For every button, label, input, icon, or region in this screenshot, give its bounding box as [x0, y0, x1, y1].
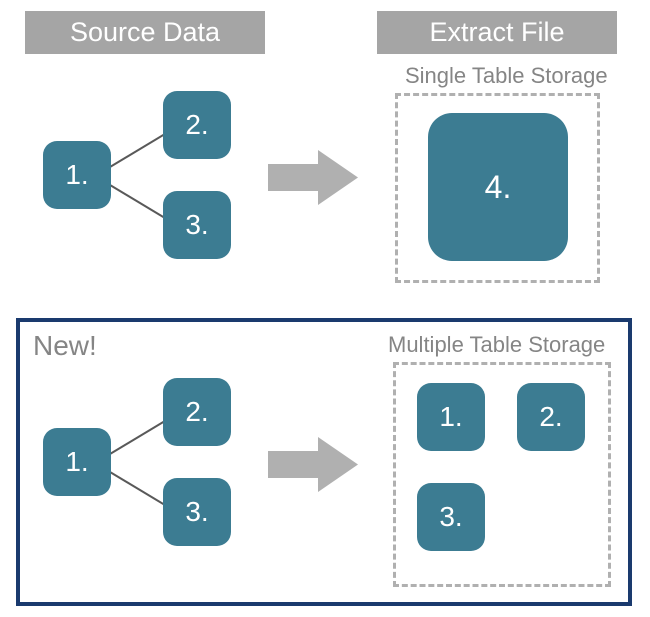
header-source: Source Data: [25, 11, 265, 54]
arrow-right-icon: [268, 150, 358, 205]
source-node-2: 2.: [163, 378, 231, 446]
header-extract: Extract File: [377, 11, 617, 54]
source-node-2: 2.: [163, 91, 231, 159]
label-multiple-storage: Multiple Table Storage: [388, 332, 605, 358]
arrow-right-icon: [268, 437, 358, 492]
source-node-3: 3.: [163, 478, 231, 546]
result-multi-node-2: 2.: [517, 383, 585, 451]
result-multi-node-3: 3.: [417, 483, 485, 551]
result-multi-node-1: 1.: [417, 383, 485, 451]
result-single-node: 4.: [428, 113, 568, 261]
label-new: New!: [33, 330, 97, 362]
source-node-1: 1.: [43, 428, 111, 496]
source-node-1: 1.: [43, 141, 111, 209]
source-node-3: 3.: [163, 191, 231, 259]
label-single-storage: Single Table Storage: [405, 63, 608, 89]
